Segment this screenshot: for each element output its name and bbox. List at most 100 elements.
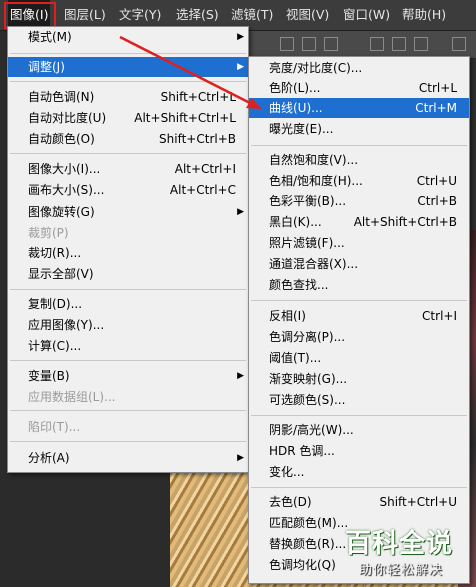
menu-item-shortcut: Ctrl+I	[422, 309, 457, 323]
menu-item-label: 图像旋转(G)	[28, 205, 95, 219]
menu-item-shortcut: Shift+Ctrl+B	[159, 132, 236, 146]
menu-item[interactable]: 色调分离(P)...	[249, 327, 469, 347]
menu-separator	[10, 289, 246, 290]
menu-separator	[10, 360, 246, 361]
menu-item-label: 应用数据组(L)...	[28, 390, 116, 404]
menu-item-label: 变化...	[269, 465, 305, 479]
menu-item-label: 调整(J)	[28, 60, 65, 74]
menu-item[interactable]: 调整(J) ▶	[8, 57, 248, 77]
menu-separator	[10, 153, 246, 154]
menu-item[interactable]: 阈值(T)...	[249, 348, 469, 368]
menu-item[interactable]: 去色(D) Shift+Ctrl+U	[249, 492, 469, 512]
menu-item[interactable]: 变化...	[249, 462, 469, 482]
align-icon[interactable]	[280, 37, 294, 51]
distribute-icon[interactable]	[370, 37, 384, 51]
submenu-arrow-icon: ▶	[237, 32, 244, 42]
menu-item[interactable]: 应用图像(Y)...	[8, 315, 248, 335]
submenu-arrow-icon: ▶	[237, 371, 244, 381]
menu-item-label: 色彩平衡(B)...	[269, 194, 347, 208]
menu-item[interactable]: 画布大小(S)... Alt+Ctrl+C	[8, 180, 248, 200]
menu-item[interactable]: 自动对比度(U) Alt+Shift+Ctrl+L	[8, 108, 248, 128]
menu-item[interactable]: 裁切(R)...	[8, 243, 248, 263]
menu-item-shortcut: Ctrl+U	[416, 174, 457, 188]
menu-window[interactable]: 窗口(W)	[341, 0, 392, 30]
menu-item-shortcut: Ctrl+M	[415, 101, 457, 115]
adjust-submenu: 亮度/对比度(C)... 色阶(L)... Ctrl+L 曲线(U)... Ctrl+M…	[248, 56, 470, 584]
menu-item-label: 照片滤镜(F)...	[269, 236, 345, 250]
menu-item-label: 模式(M)	[28, 30, 72, 44]
menu-item[interactable]: 通道混合器(X)...	[249, 254, 469, 274]
options-toolbar	[240, 31, 476, 59]
menu-item-label: 阈值(T)...	[269, 351, 322, 365]
menu-item-label: 色调分离(P)...	[269, 330, 346, 344]
menu-item[interactable]: 照片滤镜(F)...	[249, 233, 469, 253]
menu-item[interactable]: 色彩平衡(B)... Ctrl+B	[249, 191, 469, 211]
menu-item-label: 亮度/对比度(C)...	[269, 61, 363, 75]
menu-item[interactable]: 曲线(U)... Ctrl+M	[249, 98, 469, 118]
menu-item-shortcut: Ctrl+B	[417, 194, 457, 208]
menu-item[interactable]: 模式(M) ▶	[8, 27, 248, 47]
menu-item-label: 渐变映射(G)...	[269, 372, 348, 386]
menu-item-label: 去色(D)	[269, 495, 312, 509]
menu-item[interactable]: 渐变映射(G)...	[249, 369, 469, 389]
menu-item[interactable]: 自然饱和度(V)...	[249, 150, 469, 170]
menu-item-label: 曝光度(E)...	[269, 122, 334, 136]
menu-item-label: 自动颜色(O)	[28, 132, 95, 146]
menu-item: 陷印(T)...	[8, 417, 248, 437]
menu-item[interactable]: 阴影/高光(W)...	[249, 420, 469, 440]
menu-item-label: 颜色查找...	[269, 278, 329, 292]
menu-item-label: 色调均化(Q)	[269, 558, 336, 572]
submenu-arrow-icon: ▶	[237, 62, 244, 72]
menu-item-label: 色阶(L)...	[269, 81, 321, 95]
menu-item-label: 应用图像(Y)...	[28, 318, 105, 332]
menu-item[interactable]: 黑白(K)... Alt+Shift+Ctrl+B	[249, 212, 469, 232]
menu-item-label: 可选颜色(S)...	[269, 393, 346, 407]
menu-help[interactable]: 帮助(H)	[400, 0, 448, 30]
menu-item-label: 自动对比度(U)	[28, 111, 107, 125]
menu-item[interactable]: 自动颜色(O) Shift+Ctrl+B	[8, 129, 248, 149]
menu-item[interactable]: 亮度/对比度(C)...	[249, 58, 469, 78]
watermark-subtitle: 助你轻松解决	[359, 563, 444, 578]
menu-item[interactable]: 颜色查找...	[249, 275, 469, 295]
submenu-arrow-icon: ▶	[237, 207, 244, 217]
menu-item-label: 复制(D)...	[28, 297, 83, 311]
menu-item-label: 计算(C)...	[28, 339, 82, 353]
menu-item[interactable]: 反相(I) Ctrl+I	[249, 306, 469, 326]
menu-item-shortcut: Alt+Shift+Ctrl+L	[134, 111, 236, 125]
menu-item[interactable]: 可选颜色(S)...	[249, 390, 469, 410]
submenu-arrow-icon: ▶	[237, 453, 244, 463]
menu-item-shortcut: Shift+Ctrl+U	[379, 495, 457, 509]
menu-item[interactable]: 图像大小(I)... Alt+Ctrl+I	[8, 159, 248, 179]
menu-item-label: 通道混合器(X)...	[269, 257, 359, 271]
menu-item-label: 曲线(U)...	[269, 101, 323, 115]
menu-item[interactable]: 变量(B) ▶	[8, 366, 248, 386]
menu-item-label: 裁切(R)...	[28, 246, 82, 260]
menu-item[interactable]: 复制(D)...	[8, 294, 248, 314]
align-icon[interactable]	[302, 37, 316, 51]
menu-item-label: 画布大小(S)...	[28, 183, 105, 197]
menu-item[interactable]: 色相/饱和度(H)... Ctrl+U	[249, 171, 469, 191]
menu-view[interactable]: 视图(V)	[284, 0, 331, 30]
menu-item-label: HDR 色调...	[269, 444, 335, 458]
menu-item-label: 色相/饱和度(H)...	[269, 174, 363, 188]
menu-item-label: 匹配颜色(M)...	[269, 516, 349, 530]
menu-item-label: 显示全部(V)	[28, 267, 94, 281]
menu-item[interactable]: 图像旋转(G) ▶	[8, 202, 248, 222]
menu-item-shortcut: Alt+Ctrl+C	[169, 183, 236, 197]
distribute-icon[interactable]	[452, 37, 466, 51]
menu-separator	[251, 145, 467, 146]
menu-item[interactable]: 自动色调(N) Shift+Ctrl+L	[8, 87, 248, 107]
align-icon[interactable]	[324, 37, 338, 51]
distribute-icon[interactable]	[392, 37, 406, 51]
distribute-icon[interactable]	[414, 37, 428, 51]
menu-item[interactable]: 分析(A) ▶	[8, 448, 248, 468]
watermark: 百科全说 助你轻松解决	[345, 523, 467, 583]
menu-item[interactable]: 色阶(L)... Ctrl+L	[249, 78, 469, 98]
menu-item[interactable]: 曝光度(E)...	[249, 119, 469, 139]
menu-item[interactable]: HDR 色调...	[249, 441, 469, 461]
menu-separator	[10, 81, 246, 82]
menu-item-label: 陷印(T)...	[28, 420, 81, 434]
image-menu: 模式(M) ▶ 调整(J) ▶ 自动色调(N) Shift+Ctrl+L 自动对比度(U) A…	[7, 26, 249, 473]
menu-item[interactable]: 计算(C)...	[8, 336, 248, 356]
menu-item[interactable]: 显示全部(V)	[8, 264, 248, 284]
